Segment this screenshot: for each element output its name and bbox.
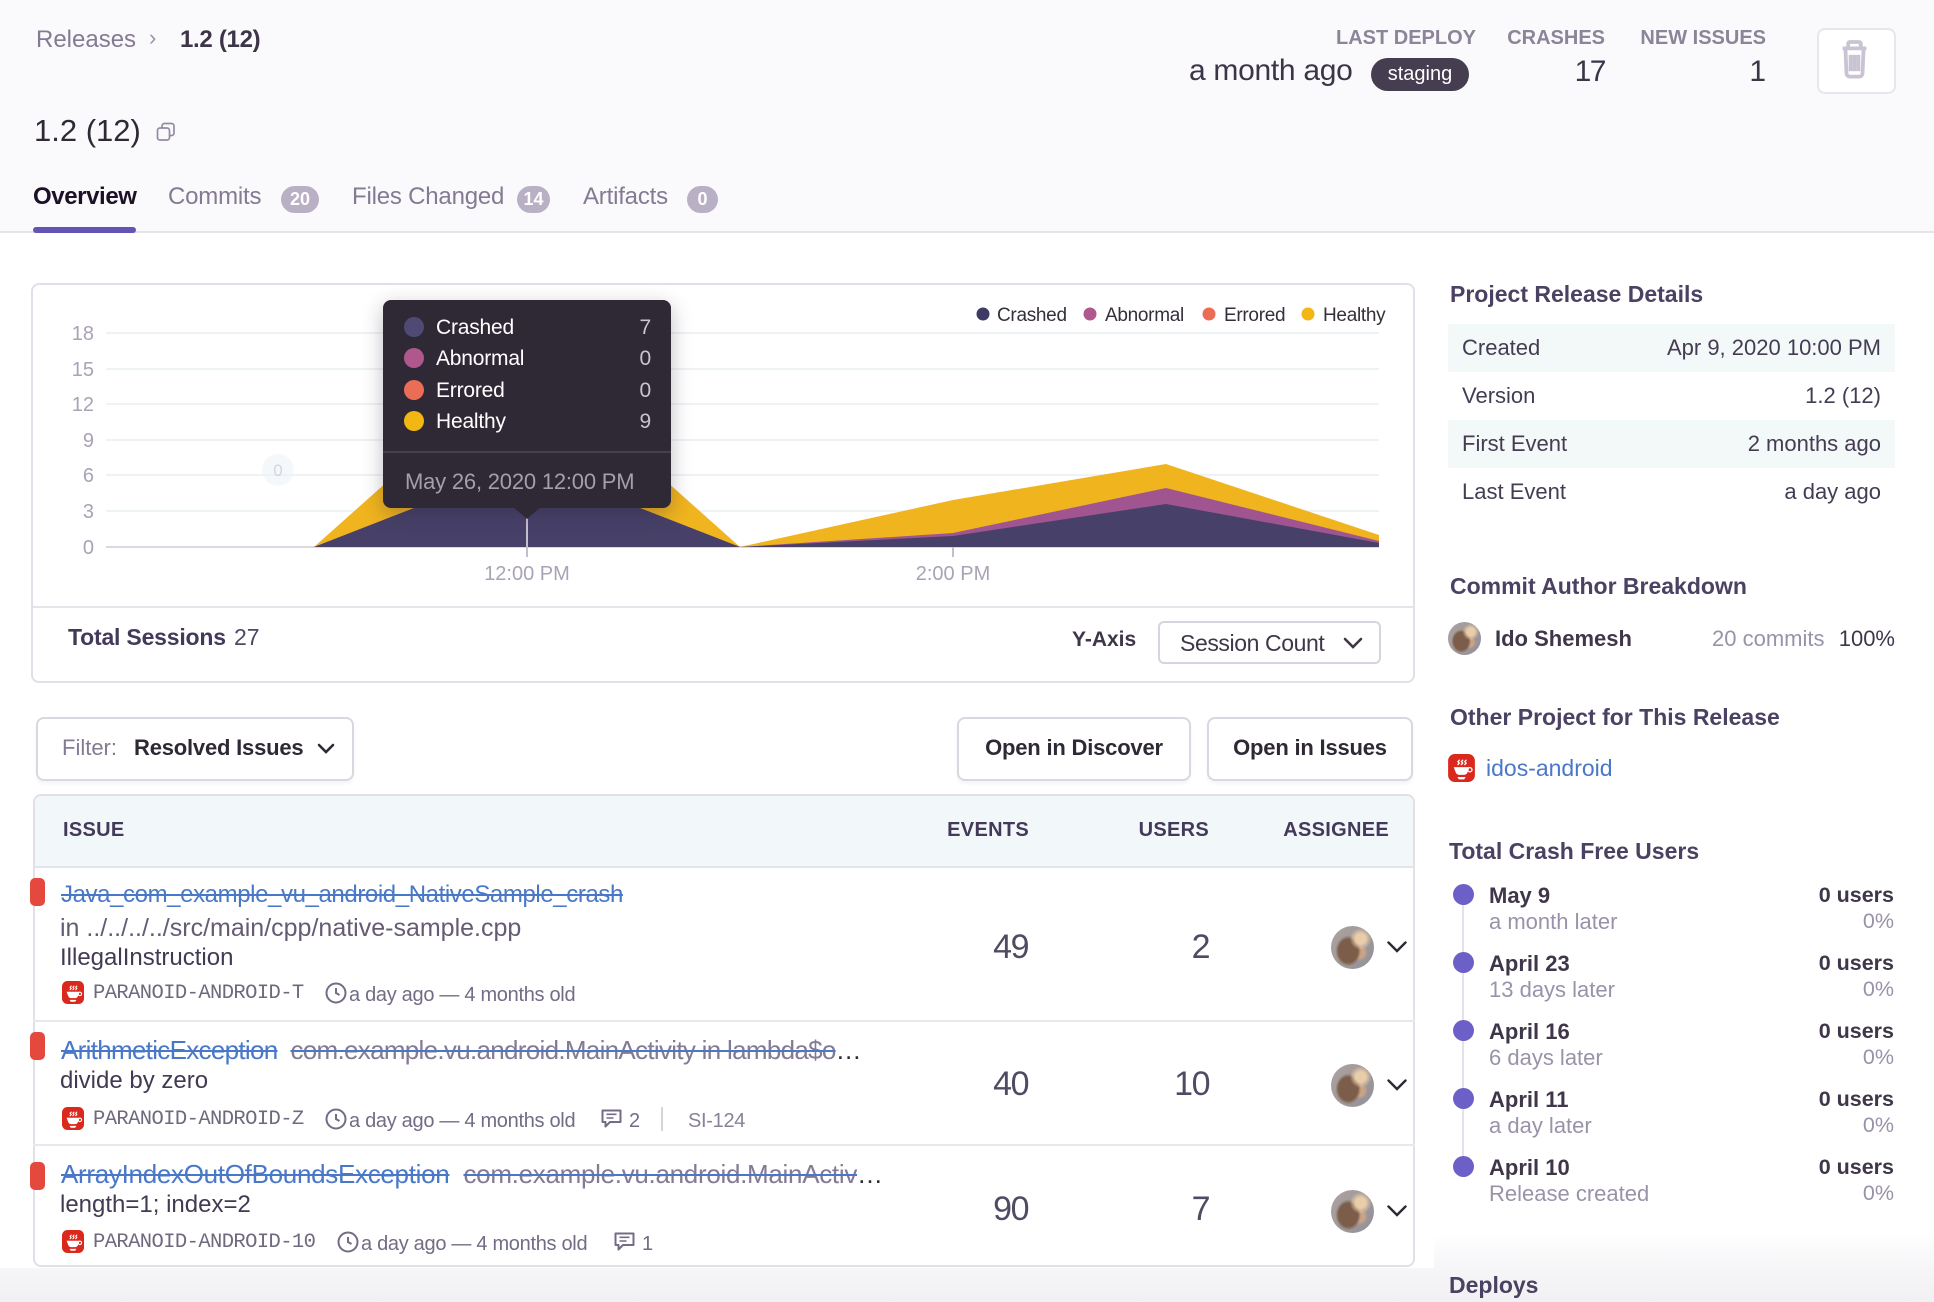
svg-text:May 26, 2020 12:00 PM: May 26, 2020 12:00 PM [405, 469, 634, 494]
svg-text:0: 0 [273, 461, 282, 480]
svg-text:6: 6 [83, 465, 94, 487]
svg-text:Abnormal: Abnormal [1105, 305, 1184, 326]
svg-text:18: 18 [72, 323, 94, 345]
svg-text:12: 12 [72, 394, 94, 416]
svg-text:9: 9 [83, 430, 94, 452]
svg-text:15: 15 [72, 359, 94, 381]
svg-text:Crashed: Crashed [997, 305, 1067, 326]
svg-text:Errored: Errored [1224, 305, 1285, 326]
svg-text:Crashed: Crashed [436, 316, 514, 339]
svg-text:Abnormal: Abnormal [436, 347, 524, 370]
svg-text:0: 0 [640, 379, 651, 402]
svg-text:7: 7 [640, 316, 651, 339]
svg-text:Healthy: Healthy [1323, 305, 1386, 326]
svg-text:0: 0 [83, 537, 94, 559]
svg-text:Errored: Errored [436, 379, 505, 402]
svg-text:2:00 PM: 2:00 PM [916, 563, 990, 585]
svg-text:12:00 PM: 12:00 PM [484, 563, 570, 585]
svg-text:Healthy: Healthy [436, 410, 507, 433]
svg-text:3: 3 [83, 501, 94, 523]
svg-text:0: 0 [640, 347, 651, 370]
svg-text:9: 9 [640, 410, 651, 433]
